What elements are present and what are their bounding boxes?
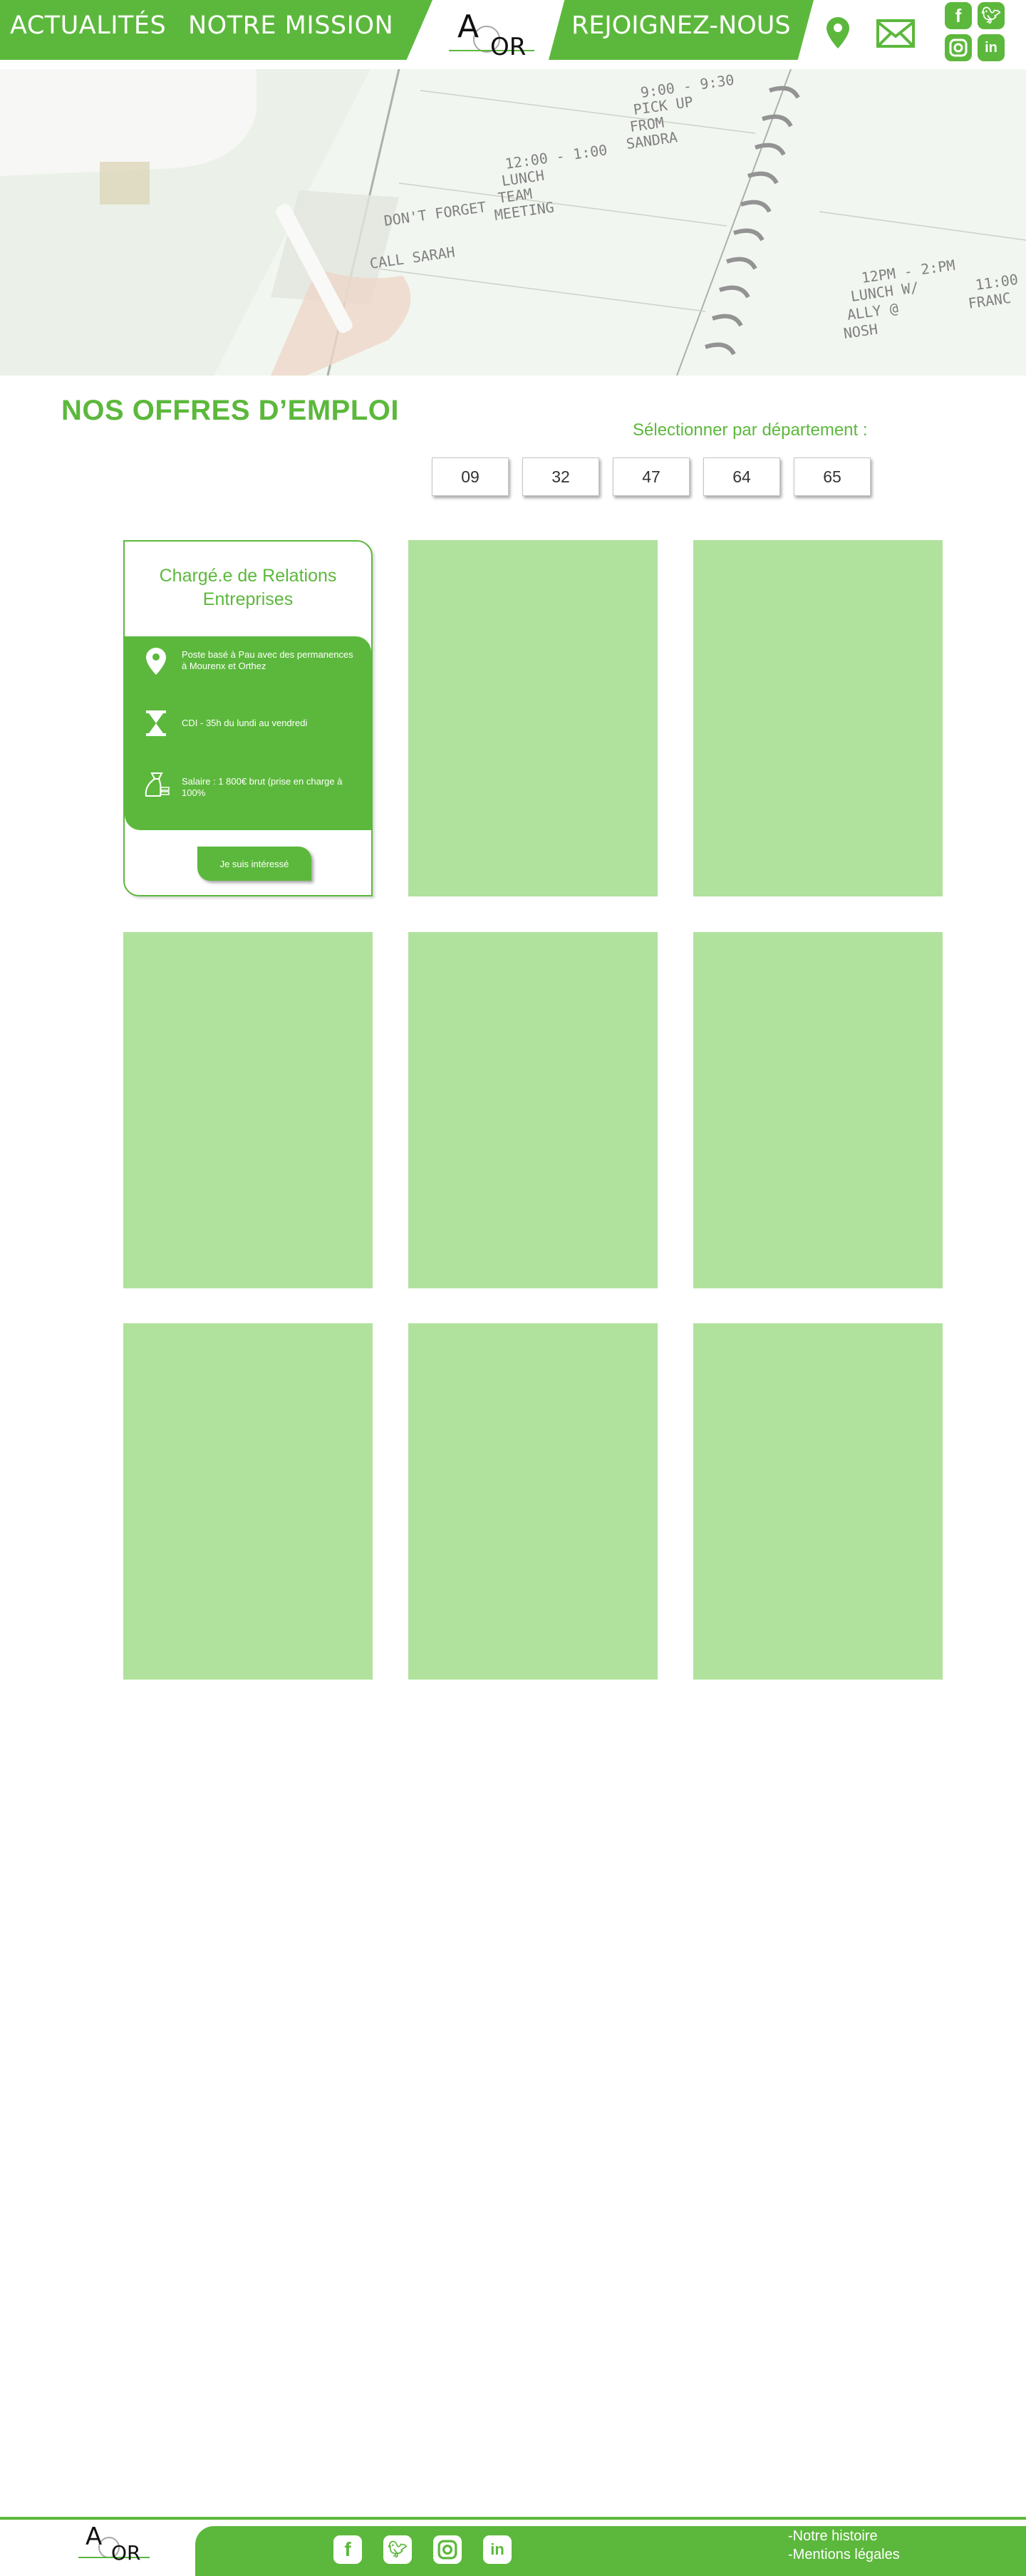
footer-link-legal[interactable]: -Mentions légales (788, 2547, 900, 2563)
nav-link-mission[interactable]: NOTRE MISSION (188, 11, 393, 40)
job-contract: CDI - 35h du lundi au vendredi (182, 718, 308, 728)
logo-letter-a: A (86, 2523, 103, 2551)
instagram-icon[interactable] (433, 2535, 462, 2564)
linkedin-icon[interactable]: in (978, 34, 1005, 61)
job-details-panel: Poste basé à Pau avec des permanences à … (125, 636, 371, 830)
twitter-icon[interactable]: 🐦︎ (978, 2, 1005, 29)
location-pin-icon[interactable] (826, 17, 849, 48)
money-bag-icon (145, 772, 170, 797)
footer-link-history[interactable]: -Notre histoire (788, 2528, 878, 2545)
job-card-placeholder (408, 932, 658, 1288)
header-logo[interactable]: A OR (449, 6, 534, 70)
job-card-placeholder (408, 1323, 658, 1680)
mail-icon[interactable] (876, 19, 915, 48)
logo-letters-or: OR (111, 2541, 141, 2565)
job-card-placeholder (693, 540, 943, 896)
instagram-icon[interactable] (945, 34, 972, 61)
twitter-icon[interactable]: 🐦︎ (383, 2535, 412, 2564)
linkedin-icon[interactable]: in (483, 2535, 512, 2564)
department-button-64[interactable]: 64 (703, 457, 780, 496)
department-filter-label: Sélectionner par département : (633, 420, 868, 440)
department-button-65[interactable]: 65 (794, 457, 871, 496)
job-card-placeholder (408, 540, 658, 896)
department-button-09[interactable]: 09 (432, 457, 509, 496)
footer-divider (0, 2517, 1026, 2520)
facebook-icon[interactable]: f (945, 2, 972, 29)
job-card-placeholder (693, 932, 943, 1288)
logo-letter-a: A (457, 9, 480, 45)
job-offer-card: Chargé.e de Relations Entreprises Poste … (123, 540, 373, 896)
department-button-47[interactable]: 47 (613, 457, 690, 496)
job-salary: Salaire : 1 800€ brut (prise en charge à… (182, 776, 343, 798)
job-card-placeholder (123, 932, 373, 1288)
logo-letters-or: OR (490, 33, 527, 61)
hourglass-icon (146, 710, 166, 736)
nav-link-news[interactable]: ACTUALITÉS (10, 11, 166, 40)
job-card-placeholder (693, 1323, 943, 1680)
footer-logo[interactable]: A OR (78, 2521, 157, 2572)
job-title: Chargé.e de Relations Entreprises (159, 566, 337, 609)
apply-button[interactable]: Je suis intéressé (197, 847, 311, 881)
hero-banner: 9:00 - 9:30 PICK UP FROM SANDRA 12:00 - … (0, 69, 1026, 376)
department-button-32[interactable]: 32 (522, 457, 599, 496)
location-pin-icon (146, 648, 166, 675)
offers-title: NOS OFFRES D’EMPLOI (61, 395, 399, 426)
nav-link-join[interactable]: REJOIGNEZ-NOUS (571, 11, 791, 40)
facebook-icon[interactable]: f (333, 2535, 362, 2564)
footer-band (195, 2526, 1026, 2576)
hero-notebook-image: 9:00 - 9:30 PICK UP FROM SANDRA 12:00 - … (0, 69, 1026, 376)
job-location: Poste basé à Pau avec des permanences à … (182, 649, 353, 671)
job-card-placeholder (123, 1323, 373, 1680)
